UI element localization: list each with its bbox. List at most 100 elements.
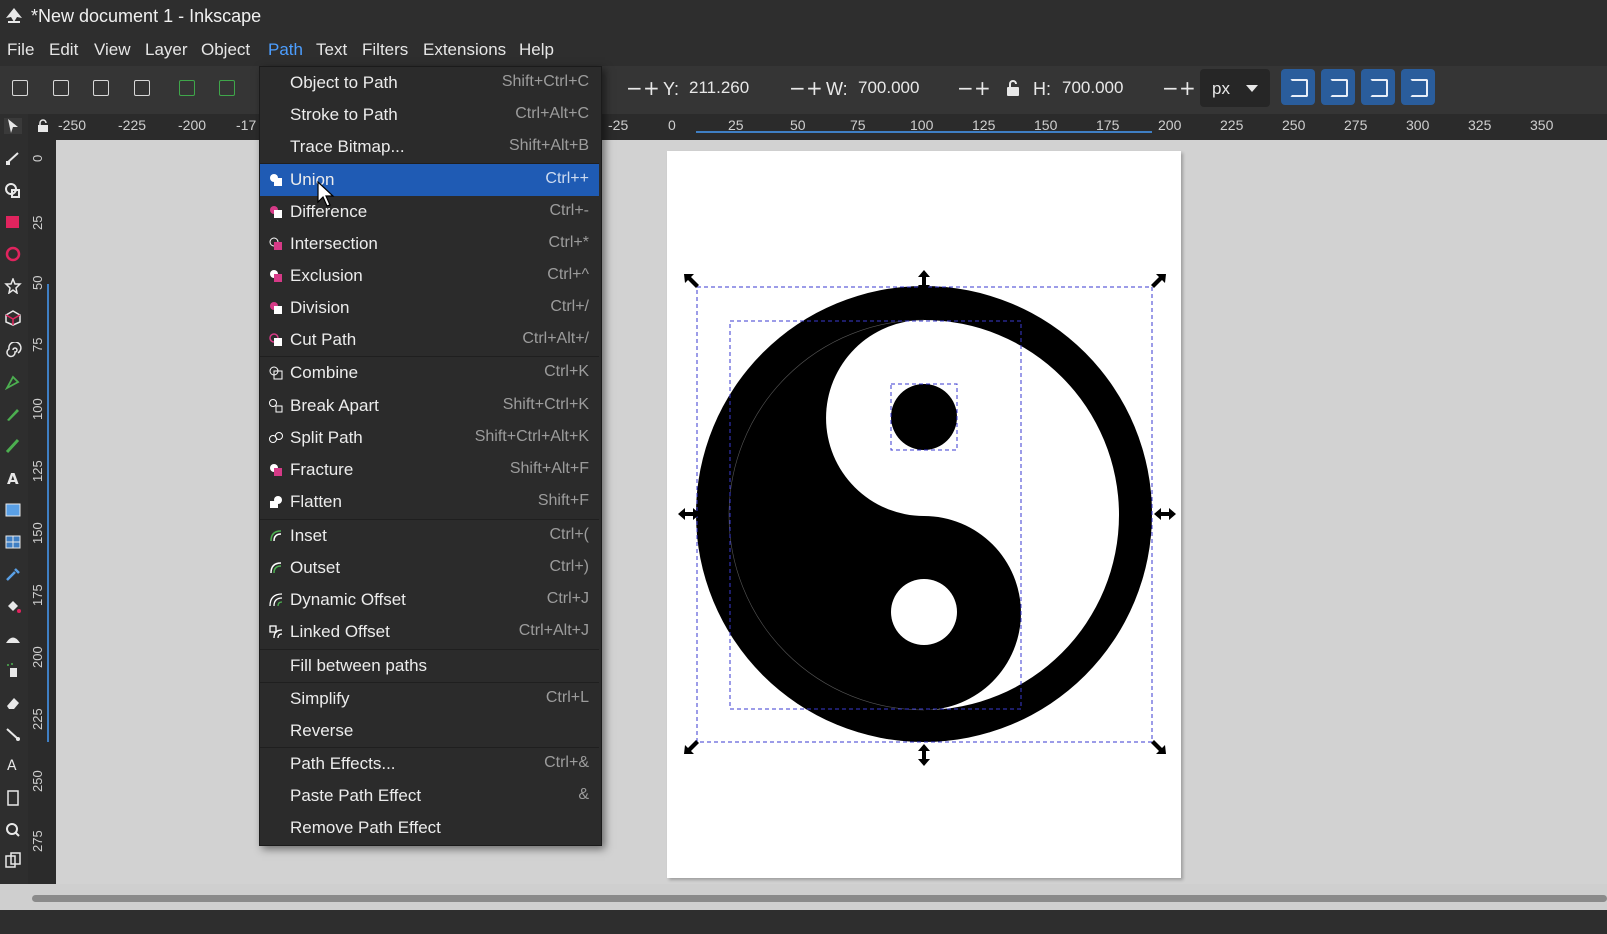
scale-corners-button[interactable] [1321,69,1355,105]
menu-view[interactable]: View [94,40,131,60]
pencil-tool-icon[interactable] [4,406,22,422]
menu-item-combine[interactable]: Combine Ctrl+K [260,357,599,389]
menu-item-reverse[interactable]: Reverse [260,715,599,747]
rotate-90-icon[interactable] [134,80,150,96]
calligraphy-tool-icon[interactable] [4,438,22,454]
deselect-icon[interactable] [93,80,109,96]
transform-gradients-button[interactable] [1361,69,1395,105]
spiral-tool-icon[interactable] [4,342,22,358]
flip-horizontal-icon[interactable] [179,80,195,96]
menu-layer[interactable]: Layer [145,40,188,60]
scrollbar-thumb[interactable] [32,895,1607,902]
union-icon [270,174,282,186]
scale-stroke-button[interactable] [1281,69,1315,105]
w-increment-button[interactable]: + [974,76,991,100]
pages-manager-icon[interactable] [4,852,22,868]
unit-select[interactable] [1200,69,1270,107]
menu-extensions[interactable]: Extensions [423,40,506,60]
menu-edit[interactable]: Edit [49,40,78,60]
node-tool-icon[interactable] [4,150,22,166]
menu-item-inset[interactable]: Inset Ctrl+( [260,520,599,552]
selector-tool-icon[interactable] [4,118,22,134]
ruler-v-label: 225 [30,708,45,730]
gradient-tool-icon[interactable] [4,502,22,518]
ruler-v-label: 275 [30,830,45,852]
y-increment-button[interactable]: + [806,76,823,100]
select-all-icon[interactable] [12,80,28,96]
dropper-tool-icon[interactable] [4,566,22,582]
menu-item-object-to-path[interactable]: Object to Path Shift+Ctrl+C [260,67,599,99]
mesh-tool-icon[interactable] [4,534,22,550]
y-field[interactable]: 211.260 [689,73,749,103]
menu-item-remove-path-effect[interactable]: Remove Path Effect [260,812,599,844]
select-all-layers-icon[interactable] [53,80,69,96]
menu-item-shortcut: Ctrl+( [549,526,589,543]
zoom-tool-icon[interactable] [4,822,22,838]
lock-icon[interactable] [1005,79,1021,97]
lock-guides-icon[interactable] [37,119,49,133]
x-decrement-button[interactable]: − [626,76,643,100]
eraser-tool-icon[interactable] [4,694,22,710]
menu-item-label: Stroke to Path [290,105,398,124]
ruler-h-label: 0 [668,117,676,133]
svg-text:A: A [7,758,17,772]
star-tool-icon[interactable] [4,278,22,294]
w-decrement-button[interactable]: − [957,76,974,100]
ellipse-tool-icon[interactable] [4,246,22,262]
menu-item-fracture[interactable]: Fracture Shift+Alt+F [260,454,599,486]
shape-builder-tool-icon[interactable] [4,182,22,198]
tweak-tool-icon[interactable] [4,630,22,646]
menu-item-paste-path-effect[interactable]: Paste Path Effect & [260,780,599,812]
unit-value: px [1212,79,1230,98]
measure-tool-icon[interactable]: A [4,756,22,772]
menu-object[interactable]: Object [201,40,250,60]
text-tool-icon[interactable]: A [4,470,22,486]
dynamic-offset-icon [269,593,283,607]
menu-item-label: Paste Path Effect [290,786,422,805]
pen-tool-icon[interactable] [4,374,22,390]
menu-item-simplify[interactable]: Simplify Ctrl+L [260,683,599,715]
menu-item-fill-between-paths[interactable]: Fill between paths [260,650,599,682]
x-increment-button[interactable]: + [643,76,660,100]
menu-item-difference[interactable]: Difference Ctrl+- [260,196,599,228]
spray-tool-icon[interactable] [4,662,22,678]
menu-item-union[interactable]: Union Ctrl++ [260,164,599,196]
menu-item-split-path[interactable]: Split Path Shift+Ctrl+Alt+K [260,422,599,454]
h-increment-button[interactable]: + [1179,76,1196,100]
menu-item-outset[interactable]: Outset Ctrl+) [260,552,599,584]
menu-item-dynamic-offset[interactable]: Dynamic Offset Ctrl+J [260,584,599,616]
difference-icon [270,206,282,218]
menu-item-shortcut: Ctrl++ [545,170,589,187]
rectangle-tool-icon[interactable] [4,214,22,230]
menu-filters[interactable]: Filters [362,40,408,60]
menu-item-trace-bitmap[interactable]: Trace Bitmap... Shift+Alt+B [260,131,599,163]
menu-item-linked-offset[interactable]: Linked Offset Ctrl+Alt+J [260,616,599,648]
menu-item-path-effects[interactable]: Path Effects... Ctrl+& [260,748,599,780]
menu-item-intersection[interactable]: Intersection Ctrl+* [260,228,599,260]
connector-tool-icon[interactable] [4,726,22,742]
menu-item-division[interactable]: Division Ctrl+/ [260,292,599,324]
w-field[interactable]: 700.000 [858,73,919,103]
flip-vertical-icon[interactable] [219,80,235,96]
paint-bucket-tool-icon[interactable] [4,598,22,614]
menu-help[interactable]: Help [519,40,554,60]
3d-box-tool-icon[interactable] [4,310,22,326]
menu-text[interactable]: Text [316,40,347,60]
y-decrement-button[interactable]: − [789,76,806,100]
mouse-cursor-icon [317,180,335,207]
menu-path[interactable]: Path [268,40,303,60]
menu-item-exclusion[interactable]: Exclusion Ctrl+^ [260,260,599,292]
yin-yang-drawing[interactable] [660,260,1180,770]
menu-item-flatten[interactable]: Flatten Shift+F [260,486,599,518]
h-decrement-button[interactable]: − [1162,76,1179,100]
h-field[interactable]: 700.000 [1062,73,1123,103]
menu-item-label: Path Effects... [290,754,396,773]
menu-item-stroke-to-path[interactable]: Stroke to Path Ctrl+Alt+C [260,99,599,131]
pages-tool-icon[interactable] [4,790,22,806]
menu-item-cut-path[interactable]: Cut Path Ctrl+Alt+/ [260,324,599,356]
menu-item-break-apart[interactable]: Break Apart Shift+Ctrl+K [260,390,599,422]
menu-item-label: Inset [290,526,327,545]
transform-patterns-button[interactable] [1401,69,1435,105]
menu-file[interactable]: File [7,40,34,60]
ruler-v-label: 25 [30,215,45,230]
